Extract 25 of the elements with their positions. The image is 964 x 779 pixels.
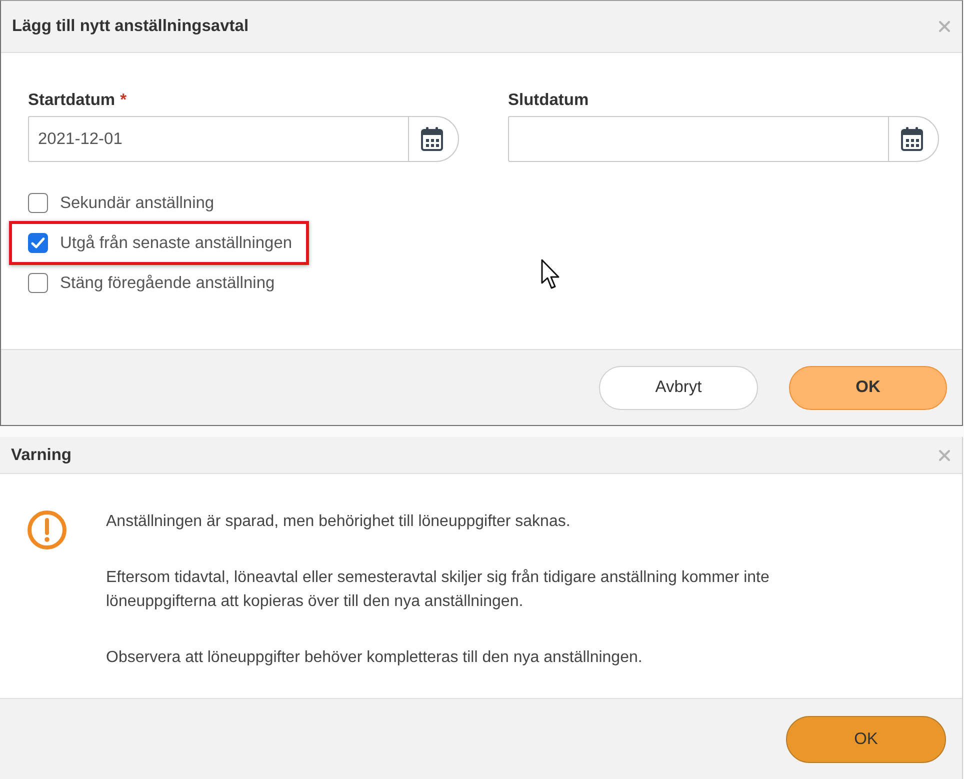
warning-text: Anställningen är sparad, men behörighet till löneuppgifter saknas. bbox=[106, 512, 572, 532]
checkbox-label: Stäng föregående anställning bbox=[60, 274, 275, 292]
field-label: Slutdatum bbox=[508, 90, 589, 110]
calendar-icon bbox=[420, 127, 442, 151]
ok-button[interactable]: OK bbox=[789, 366, 947, 410]
warning-text: Eftersom tidavtal, löneavtal eller semesteravtal skiljer sig från tidigare anställning kommer inte löneuppgifterna att kopieras över till den nya anställningen. bbox=[106, 568, 770, 612]
ok-button[interactable]: OK bbox=[786, 716, 946, 762]
mouse-pointer-icon bbox=[541, 259, 561, 290]
calendar-button[interactable] bbox=[888, 116, 939, 162]
dialog-title: Lägg till nytt anställningsavtal bbox=[12, 17, 249, 36]
date-field[interactable] bbox=[508, 116, 888, 162]
warning-icon bbox=[27, 510, 67, 550]
dialog-title: Varning bbox=[11, 446, 72, 464]
cancel-button[interactable]: Avbryt bbox=[599, 366, 758, 410]
checkbox[interactable] bbox=[28, 193, 48, 213]
checkbox-label: Utgå från senaste anställningen bbox=[60, 234, 292, 252]
checkbox-label: Sekundär anställning bbox=[60, 194, 214, 212]
calendar-icon bbox=[900, 127, 922, 151]
checkbox[interactable] bbox=[28, 273, 48, 293]
calendar-button[interactable] bbox=[408, 116, 459, 162]
checkbox[interactable] bbox=[28, 233, 48, 253]
date-field[interactable]: 2021-12-01 bbox=[28, 116, 408, 162]
required-mark: * bbox=[120, 90, 127, 110]
warning-text: Observera att löneuppgifter behöver kompletteras till den nya anställningen. bbox=[106, 648, 644, 668]
field-label: Startdatum bbox=[28, 90, 116, 110]
